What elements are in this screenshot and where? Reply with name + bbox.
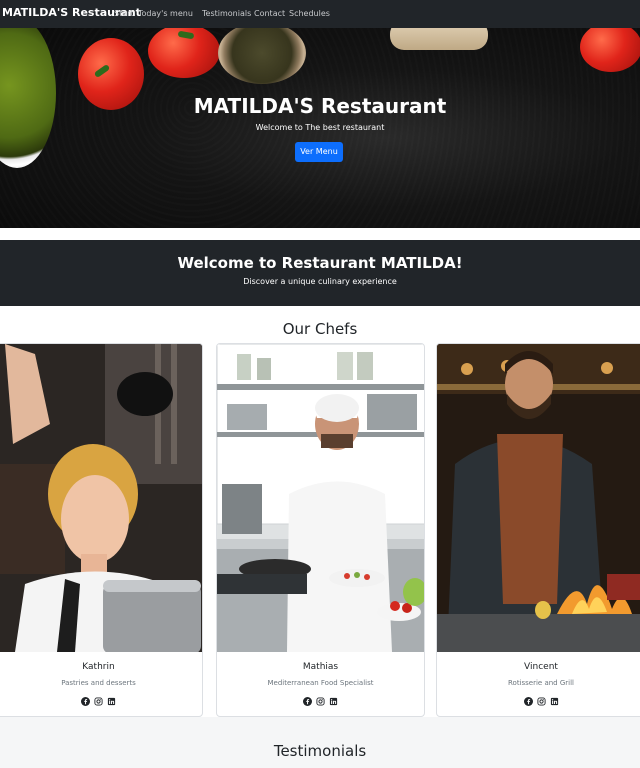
cutting-board-image xyxy=(390,28,488,50)
chef-photo-kathrin xyxy=(0,344,202,652)
navbar: MATILDA'S Restaurant Start Today's menu … xyxy=(0,0,640,28)
nav-link-todays-menu[interactable]: Today's menu xyxy=(138,9,193,18)
social-links xyxy=(217,697,424,706)
social-links xyxy=(0,697,202,706)
welcome-banner: Welcome to Restaurant MATILDA! Discover … xyxy=(0,240,640,306)
welcome-subtitle: Discover a unique culinary experience xyxy=(243,277,397,286)
nav-link-testimonials[interactable]: Testimonials xyxy=(202,9,251,18)
facebook-icon[interactable] xyxy=(303,697,312,706)
chef-photo-mathias xyxy=(217,344,424,652)
chef-card-mathias: Mathias Mediterranean Food Specialist xyxy=(216,343,425,717)
chef-role: Rotisserie and Grill xyxy=(507,679,574,687)
section-divider xyxy=(0,228,640,240)
chef-role: Pastries and desserts xyxy=(61,679,136,687)
hero-banner: MATILDA'S Restaurant Welcome to The best… xyxy=(0,28,640,228)
chef-card-kathrin: Kathrin Pastries and desserts xyxy=(0,343,203,717)
testimonials-section-title: Testimonials xyxy=(273,742,367,760)
hero-title: MATILDA'S Restaurant xyxy=(193,94,447,118)
social-links xyxy=(437,697,640,706)
view-menu-button[interactable]: Ver Menu xyxy=(295,142,343,162)
linkedin-icon[interactable] xyxy=(107,697,116,706)
nav-link-start[interactable]: Start xyxy=(114,9,134,18)
chef-name: Kathrin xyxy=(82,662,115,672)
welcome-title: Welcome to Restaurant MATILDA! xyxy=(177,254,463,272)
instagram-icon[interactable] xyxy=(94,697,103,706)
linkedin-icon[interactable] xyxy=(329,697,338,706)
chef-name: Vincent xyxy=(524,662,558,672)
facebook-icon[interactable] xyxy=(81,697,90,706)
chef-photo-vincent xyxy=(437,344,640,652)
hero-subtitle: Welcome to The best restaurant xyxy=(255,123,385,132)
chef-role: Mediterranean Food Specialist xyxy=(267,679,374,687)
instagram-icon[interactable] xyxy=(316,697,325,706)
chef-name: Mathias xyxy=(302,662,339,672)
nav-link-schedules[interactable]: Schedules xyxy=(289,9,330,18)
chef-card-vincent: Vincent Rotisserie and Grill xyxy=(436,343,640,717)
nav-link-contact[interactable]: Contact xyxy=(254,9,285,18)
linkedin-icon[interactable] xyxy=(550,697,559,706)
instagram-icon[interactable] xyxy=(536,697,546,706)
facebook-icon[interactable] xyxy=(523,697,533,706)
chefs-section-title: Our Chefs xyxy=(282,320,358,338)
